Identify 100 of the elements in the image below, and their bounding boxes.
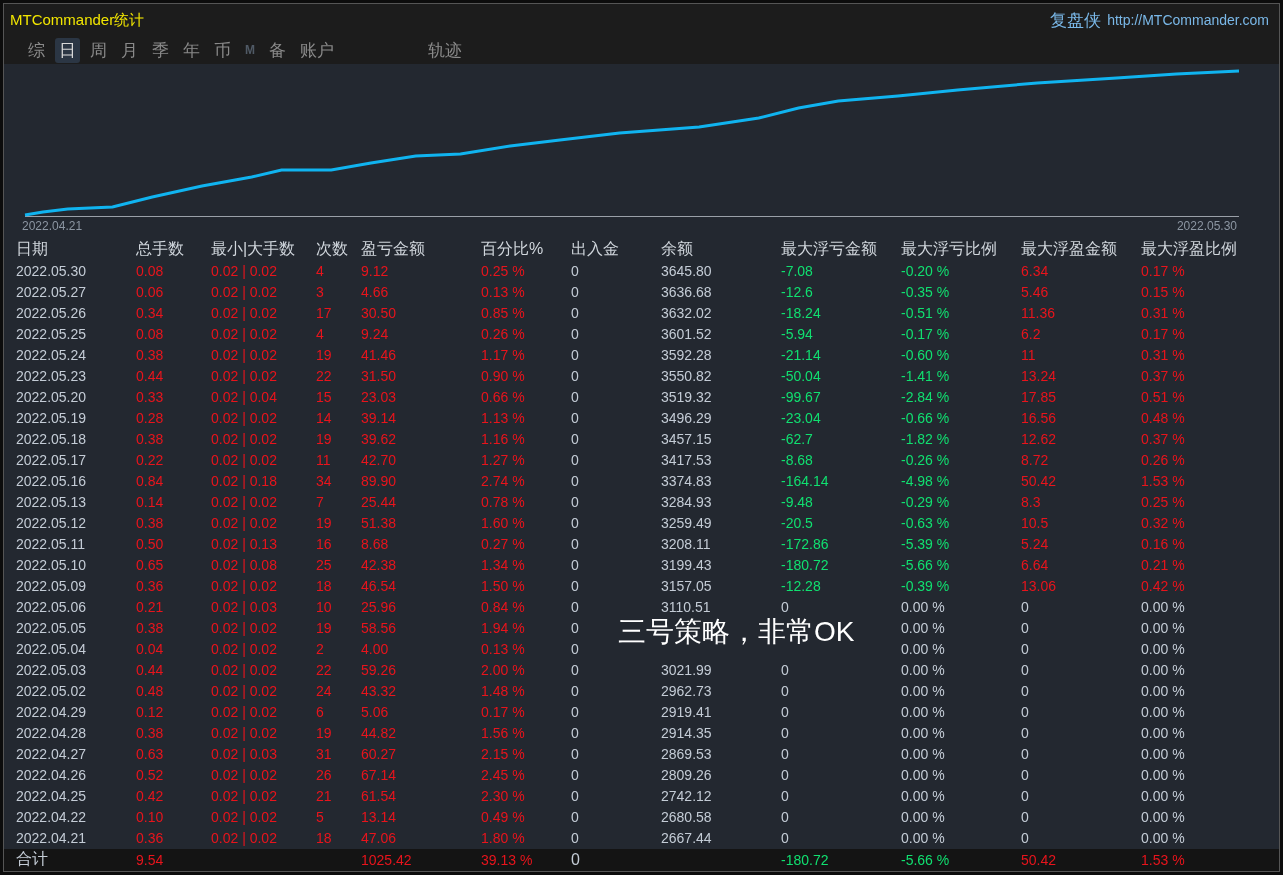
brand-name: 复盘侠 xyxy=(1050,9,1102,32)
table-cell: 2022.05.17 xyxy=(16,452,87,469)
table-cell: -164.14 xyxy=(781,473,829,490)
table-cell: -180.72 xyxy=(781,557,829,574)
table-cell: -0.66 % xyxy=(901,410,950,427)
tab[interactable]: 年 xyxy=(179,37,204,63)
table-cell: 0.00 % xyxy=(901,599,945,616)
table-cell: 0 xyxy=(571,850,580,868)
table-cell: 0.00 % xyxy=(901,830,945,847)
table-cell: 0 xyxy=(571,263,579,280)
table-cell: 2022.04.26 xyxy=(16,767,87,784)
table-cell: 0.44 xyxy=(136,368,164,385)
table-cell: 0.84 % xyxy=(481,599,525,616)
table-cell: 0 xyxy=(571,662,579,679)
table-cell: 3636.68 xyxy=(661,284,712,301)
table-cell: 26 xyxy=(316,767,332,784)
column-header: 出入金 xyxy=(571,240,619,258)
table-cell: 1.56 % xyxy=(481,725,525,742)
table-cell: 0.78 % xyxy=(481,494,525,511)
table-cell: -0.60 % xyxy=(901,347,950,364)
table-cell: 0.00 % xyxy=(901,788,945,805)
table-cell: 0.02 | 0.02 xyxy=(211,284,277,301)
table-cell: 42.70 xyxy=(361,452,397,469)
table-cell: 2022.05.26 xyxy=(16,305,87,322)
tab[interactable]: 币 xyxy=(210,37,235,63)
table-cell: 0.02 | 0.02 xyxy=(211,578,277,595)
table-cell: 5.46 xyxy=(1021,284,1049,301)
table-cell: 3632.02 xyxy=(661,305,712,322)
table-cell: 0.02 | 0.02 xyxy=(211,494,277,511)
table-cell: -1.82 % xyxy=(901,431,950,448)
table-cell: 0 xyxy=(571,389,579,406)
tab[interactable]: 综 xyxy=(24,37,49,63)
table-cell: 0.00 % xyxy=(901,746,945,763)
table-cell: 0.02 | 0.02 xyxy=(211,683,277,700)
table-cell: 17.85 xyxy=(1021,389,1057,406)
table-cell: 0 xyxy=(571,452,579,469)
tab[interactable]: 周 xyxy=(86,37,111,63)
table-cell: 16 xyxy=(316,536,332,553)
table-cell: 89.90 xyxy=(361,473,397,490)
table-cell: -9.48 xyxy=(781,494,813,511)
window-title: MTCommander统计 xyxy=(10,10,145,30)
table-cell: 0 xyxy=(571,641,579,658)
table-cell: 0.00 % xyxy=(1141,620,1185,637)
table-cell: 19 xyxy=(316,431,332,448)
table-cell: -0.29 % xyxy=(901,494,950,511)
table-cell: 0.00 % xyxy=(901,704,945,721)
table-cell: 9.54 xyxy=(136,851,164,868)
table-cell: 0.10 xyxy=(136,809,164,826)
table-cell: 0.02 | 0.02 xyxy=(211,767,277,784)
table-cell: 2022.04.25 xyxy=(16,788,87,805)
table-cell: 0 xyxy=(571,746,579,763)
table-cell: 58.56 xyxy=(361,620,397,637)
table-cell: 0.02 | 0.04 xyxy=(211,389,277,406)
tab[interactable]: 日 xyxy=(55,37,80,63)
table-cell: 0.84 xyxy=(136,473,164,490)
table-cell: -0.51 % xyxy=(901,305,950,322)
table-cell: 8.72 xyxy=(1021,452,1049,469)
table-cell: 1.94 % xyxy=(481,620,525,637)
table-cell: 0 xyxy=(571,578,579,595)
table-cell: 34 xyxy=(316,473,332,490)
table-cell: 2022.05.13 xyxy=(16,494,87,511)
table-cell: 0 xyxy=(571,515,579,532)
table-cell: -5.66 % xyxy=(901,851,950,868)
table-cell: 2914.35 xyxy=(661,725,712,742)
table-cell: 0.31 % xyxy=(1141,347,1185,364)
tab[interactable]: 月 xyxy=(117,37,142,63)
table-cell: 0.22 xyxy=(136,452,164,469)
tab[interactable]: 轨迹 xyxy=(424,37,466,63)
table-cell: 0 xyxy=(1021,809,1029,826)
table-cell: 0.50 xyxy=(136,536,164,553)
table-cell: 13.24 xyxy=(1021,368,1057,385)
tab[interactable]: 季 xyxy=(148,37,173,63)
table-cell: -7.08 xyxy=(781,263,813,280)
table-cell: -18.24 xyxy=(781,305,821,322)
website-link[interactable]: http://MTCommander.com xyxy=(1107,12,1269,29)
table-cell: 61.54 xyxy=(361,788,397,805)
table-cell: 2 xyxy=(316,641,324,658)
table-cell: 0.02 | 0.02 xyxy=(211,725,277,742)
table-cell: 0.38 xyxy=(136,515,164,532)
table-cell: 0.32 % xyxy=(1141,515,1185,532)
table-cell: 0.02 | 0.02 xyxy=(211,788,277,805)
table-cell: 0.15 % xyxy=(1141,284,1185,301)
table-cell: 2.74 % xyxy=(481,473,525,490)
table-cell: 0.02 | 0.02 xyxy=(211,515,277,532)
table-cell: 0.02 | 0.02 xyxy=(211,305,277,322)
table-cell: 0.02 | 0.02 xyxy=(211,704,277,721)
tab[interactable]: 备 xyxy=(265,37,290,63)
axis-label: 2022.04.21 xyxy=(22,218,83,235)
table-cell: 42.38 xyxy=(361,557,397,574)
table-cell: 1.34 % xyxy=(481,557,525,574)
table-cell: 3496.29 xyxy=(661,410,712,427)
table-cell: 44.82 xyxy=(361,725,397,742)
table-cell: 0.14 xyxy=(136,494,164,511)
tab[interactable]: 账户 xyxy=(296,37,338,63)
table-cell: 3021.99 xyxy=(661,662,712,679)
table-cell: 0.02 | 0.02 xyxy=(211,809,277,826)
table-cell: 47.06 xyxy=(361,830,397,847)
table-cell: 0.48 xyxy=(136,683,164,700)
table-cell: 2.45 % xyxy=(481,767,525,784)
table-cell: 10.5 xyxy=(1021,515,1049,532)
